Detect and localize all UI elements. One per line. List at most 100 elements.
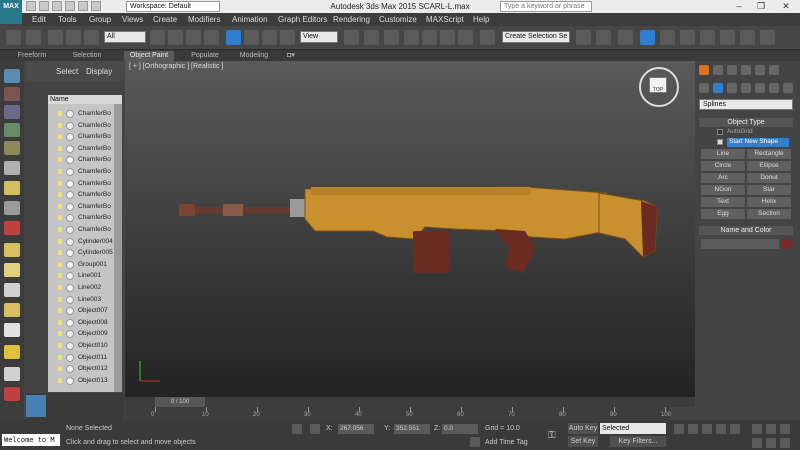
mirror-icon[interactable] <box>576 30 591 45</box>
display-lights-icon[interactable] <box>4 181 20 195</box>
light-bulb-icon[interactable] <box>58 366 62 372</box>
rifle-model[interactable] <box>125 61 695 397</box>
cameras-category-icon[interactable] <box>741 83 751 93</box>
display-bones-icon[interactable] <box>4 303 20 317</box>
list-item[interactable]: ChamferBo <box>48 201 114 213</box>
helpers-category-icon[interactable] <box>755 83 765 93</box>
link-icon[interactable] <box>48 30 63 45</box>
display-cameras-icon[interactable] <box>4 201 20 215</box>
list-item[interactable]: Object008 <box>48 317 114 329</box>
hierarchy-tab-icon[interactable] <box>727 65 737 75</box>
donut-button[interactable]: Donut <box>747 173 791 183</box>
light-bulb-icon[interactable] <box>58 331 62 337</box>
time-slider[interactable]: 0 / 100 <box>125 397 695 407</box>
display-hidden-icon[interactable] <box>4 367 20 381</box>
lock-selection-icon[interactable] <box>292 424 302 434</box>
previous-frame-icon[interactable] <box>688 424 698 434</box>
list-item[interactable]: ChamferBo <box>48 154 114 166</box>
bind-space-warp-icon[interactable] <box>84 30 99 45</box>
list-item[interactable]: ChamferBo <box>48 131 114 143</box>
menu-edit[interactable]: Edit <box>32 15 46 24</box>
circle-button[interactable]: Circle <box>701 161 745 171</box>
display-frozen-icon[interactable] <box>4 345 20 359</box>
arc-button[interactable]: Arc <box>701 173 745 183</box>
workspace-dropdown[interactable]: Workspace: Default <box>126 1 220 12</box>
list-item[interactable]: Line001 <box>48 270 114 282</box>
redo-scene-icon[interactable] <box>26 30 41 45</box>
list-item[interactable]: ChamferBo <box>48 212 114 224</box>
list-item[interactable]: Object010 <box>48 340 114 352</box>
list-item[interactable]: Cylinder004 <box>48 236 114 248</box>
undo-scene-icon[interactable] <box>6 30 21 45</box>
select-and-rotate-icon[interactable] <box>244 30 259 45</box>
light-bulb-icon[interactable] <box>58 145 62 151</box>
play-icon[interactable] <box>702 424 712 434</box>
orbit-icon[interactable] <box>780 438 790 448</box>
minimize-icon[interactable]: – <box>728 0 750 13</box>
modify-tab-icon[interactable] <box>713 65 723 75</box>
list-item[interactable]: Object012 <box>48 363 114 375</box>
ngon-button[interactable]: NGon <box>701 185 745 195</box>
menu-animation[interactable]: Animation <box>232 15 268 24</box>
z-coordinate-field[interactable]: 0.0 <box>442 424 478 434</box>
section-button[interactable]: Section <box>747 209 791 219</box>
zoom-extents-icon[interactable] <box>780 424 790 434</box>
light-bulb-icon[interactable] <box>58 354 62 360</box>
select-by-name-icon[interactable] <box>168 30 183 45</box>
undo-icon[interactable] <box>65 1 75 11</box>
systems-category-icon[interactable] <box>783 83 793 93</box>
light-bulb-icon[interactable] <box>58 308 62 314</box>
absolute-mode-icon[interactable] <box>310 424 320 434</box>
select-and-scale-icon[interactable] <box>262 30 277 45</box>
rendered-frame-window-icon[interactable] <box>740 30 755 45</box>
time-slider-thumb[interactable]: 0 / 100 <box>155 397 205 407</box>
light-bulb-icon[interactable] <box>58 261 62 267</box>
space-warps-category-icon[interactable] <box>769 83 779 93</box>
list-item[interactable]: ChamferBo <box>48 166 114 178</box>
ellipse-button[interactable]: Ellipse <box>747 161 791 171</box>
line-button[interactable]: Line <box>701 149 745 159</box>
display-helpers-icon[interactable] <box>4 221 20 235</box>
tab-populate[interactable]: Populate <box>184 51 226 61</box>
list-item[interactable]: ChamferBo <box>48 189 114 201</box>
close-icon[interactable]: ✕ <box>775 0 797 13</box>
geometry-category-icon[interactable] <box>699 83 709 93</box>
shape-category-dropdown[interactable]: Splines <box>699 99 793 110</box>
list-item[interactable]: Object009 <box>48 328 114 340</box>
display-groups-icon[interactable] <box>4 263 20 277</box>
curve-editor-icon[interactable] <box>660 30 675 45</box>
explorer-view-icon[interactable] <box>4 69 20 83</box>
select-and-place-icon[interactable] <box>280 30 295 45</box>
window-crossing-icon[interactable] <box>204 30 219 45</box>
go-to-start-icon[interactable] <box>674 424 684 434</box>
snaps-toggle-icon[interactable] <box>404 30 419 45</box>
schematic-view-icon[interactable] <box>680 30 695 45</box>
y-coordinate-field[interactable]: 352.551 <box>394 424 430 434</box>
list-item[interactable]: Object011 <box>48 352 114 364</box>
toggle-scene-explorer-icon[interactable] <box>618 30 633 45</box>
list-item[interactable]: ChamferBo <box>48 178 114 190</box>
object-type-rollout[interactable]: Object Type <box>699 118 793 127</box>
keyboard-shortcut-icon[interactable] <box>384 30 399 45</box>
autogrid-checkbox[interactable] <box>717 129 723 135</box>
light-bulb-icon[interactable] <box>58 169 62 174</box>
menu-graph-editors[interactable]: Graph Editors <box>278 15 327 24</box>
tab-object-paint[interactable]: Object Paint <box>124 51 174 61</box>
display-all-icon[interactable] <box>4 105 20 119</box>
list-item[interactable]: ChamferBo <box>48 224 114 236</box>
edit-named-selection-icon[interactable] <box>480 30 495 45</box>
search-input[interactable]: Type a keyword or phrase <box>500 1 592 12</box>
set-key-button[interactable]: Set Key <box>568 436 598 447</box>
utilities-tab-icon[interactable] <box>769 65 779 75</box>
explorer-menu-display[interactable]: Display <box>86 67 112 76</box>
ribbon-options-icon[interactable]: ◘▾ <box>284 51 298 61</box>
list-item[interactable]: ChamferBo <box>48 143 114 155</box>
select-and-move-icon[interactable] <box>226 30 241 45</box>
render-production-icon[interactable] <box>760 30 775 45</box>
viewport-perspective[interactable]: [ + ] [Orthographic ] [Realistic ] TOP <box>125 61 695 397</box>
redo-icon[interactable] <box>78 1 88 11</box>
light-bulb-icon[interactable] <box>58 319 62 325</box>
tab-freeform[interactable]: Freeform <box>12 51 52 61</box>
light-bulb-icon[interactable] <box>58 192 62 198</box>
lights-category-icon[interactable] <box>727 83 737 93</box>
